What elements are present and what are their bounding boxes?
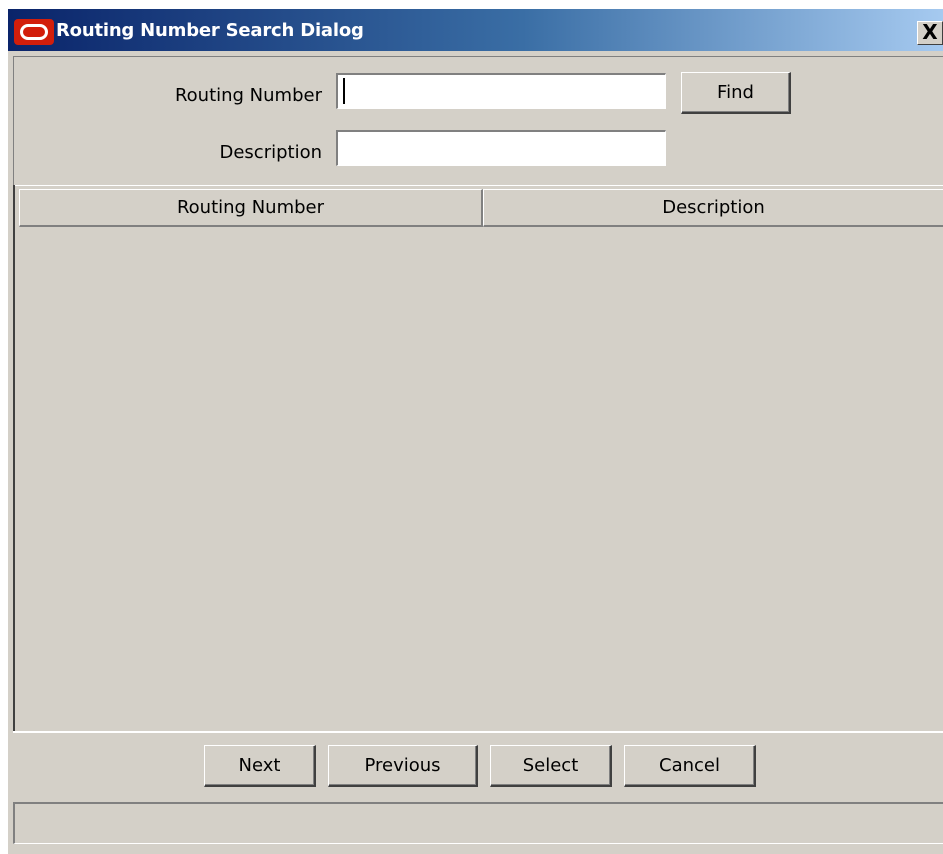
- cancel-button[interactable]: Cancel: [624, 745, 756, 787]
- table-divider: [13, 731, 943, 733]
- title-bar[interactable]: Routing Number Search Dialog X: [8, 9, 943, 51]
- close-button[interactable]: X: [917, 21, 943, 45]
- text-caret: [343, 78, 345, 104]
- column-header-description[interactable]: Description: [483, 189, 943, 227]
- select-button[interactable]: Select: [490, 745, 612, 787]
- description-label: Description: [219, 142, 322, 163]
- next-button[interactable]: Next: [204, 745, 316, 787]
- dialog-title: Routing Number Search Dialog: [56, 20, 364, 41]
- previous-button[interactable]: Previous: [328, 745, 478, 787]
- status-bar: [13, 802, 943, 844]
- results-table[interactable]: Routing Number Description: [13, 185, 943, 733]
- column-header-routing-number[interactable]: Routing Number: [19, 189, 483, 227]
- find-button[interactable]: Find: [681, 72, 791, 114]
- routing-number-label: Routing Number: [174, 85, 322, 106]
- routing-number-input[interactable]: [336, 73, 666, 109]
- description-input[interactable]: [336, 130, 666, 166]
- oracle-logo-icon: [14, 19, 54, 45]
